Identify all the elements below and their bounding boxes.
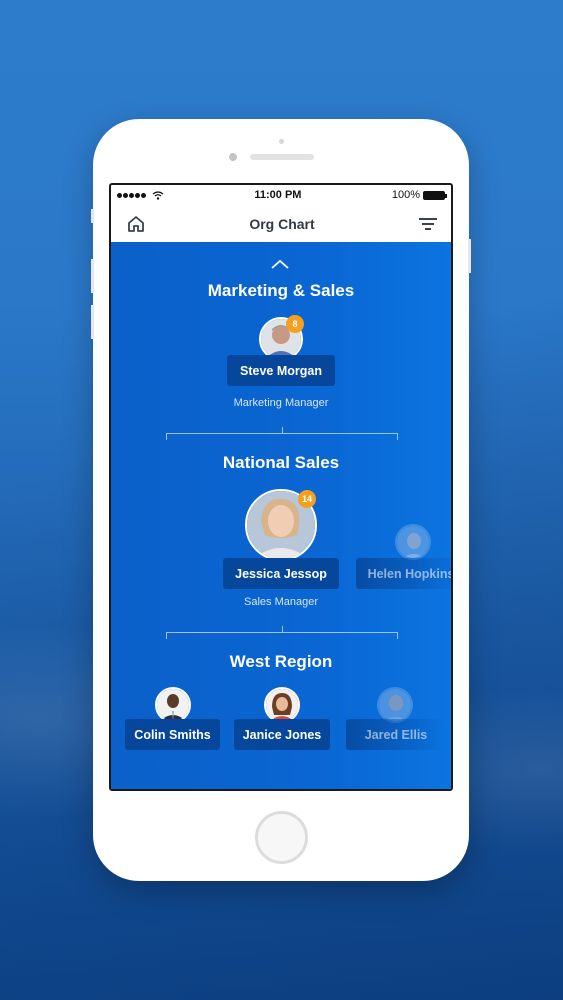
reports-count-badge: 8	[286, 315, 304, 333]
collapse-button[interactable]	[271, 256, 289, 274]
phone-volume-down	[91, 305, 94, 339]
wifi-icon	[152, 190, 164, 200]
section-title: National Sales	[222, 453, 340, 472]
person-name-button[interactable]: Helen Hopkins	[356, 558, 451, 589]
avatar-jared-ellis[interactable]	[377, 687, 413, 723]
screen: 11:00 PM 100% Org Chart Marketing & Sale…	[109, 183, 453, 791]
status-time: 11:00 PM	[254, 189, 302, 201]
home-icon	[128, 215, 144, 232]
signal-indicator	[117, 190, 164, 200]
status-bar: 11:00 PM 100%	[111, 185, 451, 205]
avatar-helen-hopkins[interactable]	[395, 524, 431, 560]
phone-side-button	[91, 209, 94, 223]
avatar-colin-smiths[interactable]	[155, 687, 191, 723]
person-photo-icon	[379, 689, 411, 721]
person-name-button[interactable]: Jessica Jessop	[223, 558, 339, 589]
person-name-button[interactable]: Steve Morgan	[227, 355, 335, 386]
page-title: Org Chart	[249, 215, 315, 232]
chevron-up-icon	[271, 259, 289, 269]
nav-bar: Org Chart	[111, 205, 451, 242]
battery-icon	[422, 190, 447, 200]
org-chart-canvas: Marketing & Sales 8 Steve Morgan Marketi…	[111, 242, 451, 789]
home-button[interactable]	[127, 215, 145, 233]
phone-speaker	[250, 154, 314, 160]
avatar-janice-jones[interactable]	[264, 687, 300, 723]
filter-button[interactable]	[419, 216, 437, 232]
phone-camera	[229, 153, 237, 161]
reports-count-badge: 14	[298, 490, 316, 508]
section-title: Marketing & Sales	[207, 281, 355, 300]
phone-frame: 11:00 PM 100% Org Chart Marketing & Sale…	[91, 119, 471, 881]
tree-connector	[166, 626, 398, 640]
person-name-button[interactable]: Jared Ellis	[346, 719, 446, 750]
person-photo-icon	[397, 526, 429, 558]
person-name-button[interactable]: Colin Smiths	[125, 719, 220, 750]
phone-volume-up	[91, 259, 94, 293]
battery-indicator: 100%	[391, 189, 447, 201]
battery-percent: 100%	[391, 189, 420, 201]
phone-power-button	[468, 239, 471, 273]
person-photo-icon	[157, 689, 189, 721]
phone-sensor	[279, 139, 284, 144]
signal-dots-icon	[117, 192, 146, 198]
person-role: Marketing Manager	[233, 397, 329, 409]
phone-home-button[interactable]	[255, 811, 308, 864]
person-photo-icon	[266, 689, 298, 721]
person-role: Sales Manager	[244, 596, 318, 608]
person-name-button[interactable]: Janice Jones	[234, 719, 330, 750]
tree-connector	[166, 427, 398, 441]
section-title: West Region	[229, 652, 333, 671]
filter-icon	[419, 217, 437, 230]
